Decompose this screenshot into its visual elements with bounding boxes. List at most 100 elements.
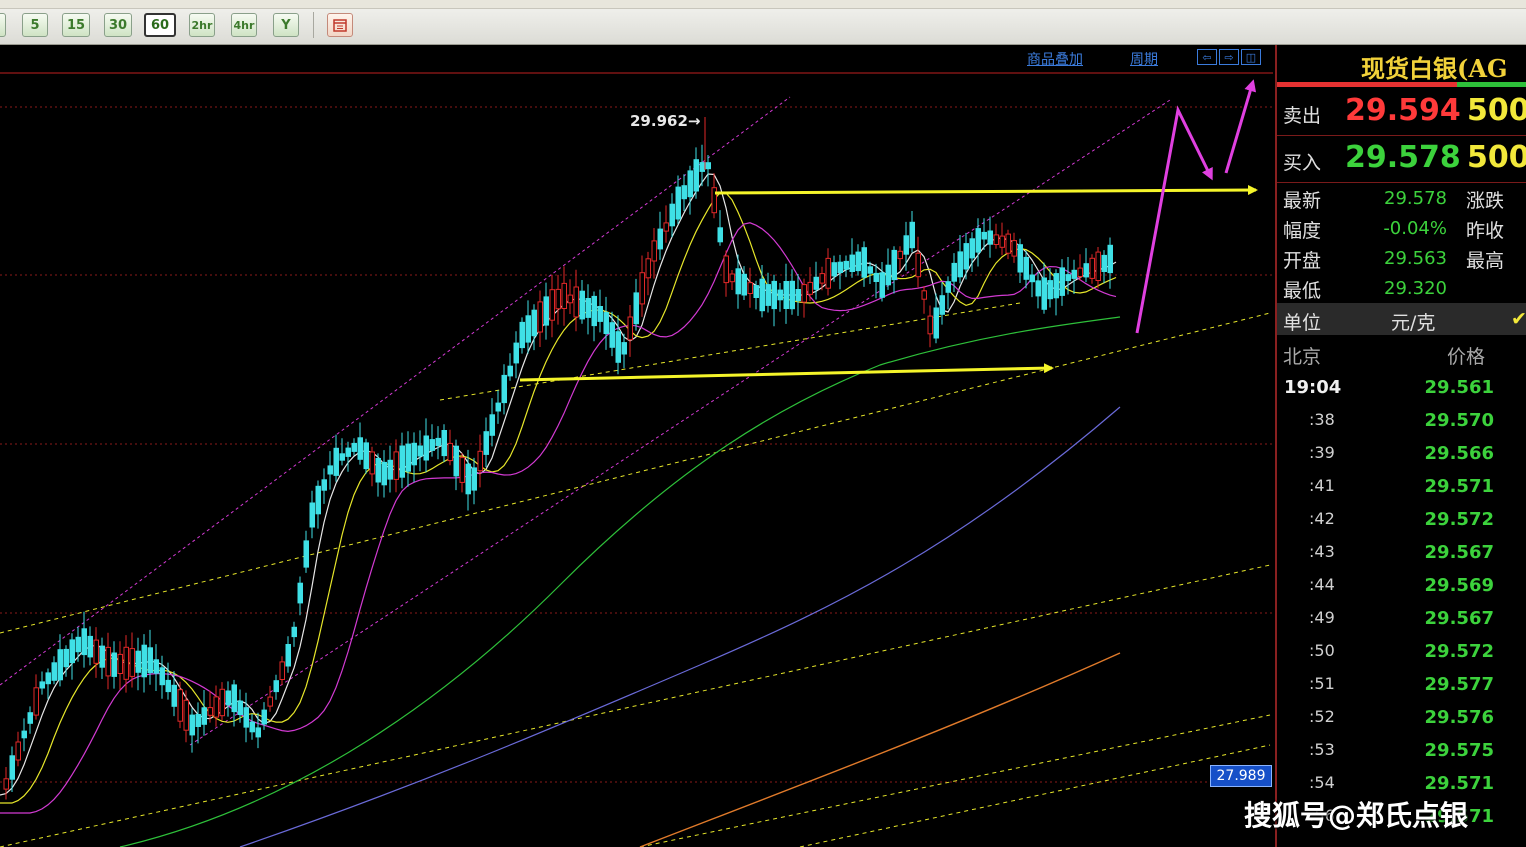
candle-body [597, 306, 603, 322]
calendar-icon [333, 19, 347, 32]
candle-body [1071, 269, 1077, 279]
candle-body [675, 186, 681, 220]
candle-body [309, 502, 315, 528]
candle-body [333, 447, 339, 476]
tick-time: :44 [1309, 575, 1335, 594]
candle-body [825, 257, 831, 289]
ma-green-line [119, 316, 1121, 847]
candle-body [657, 228, 663, 250]
tick-price: 29.570 [1424, 410, 1494, 431]
candle-body [249, 721, 255, 733]
candle-body [129, 648, 135, 677]
period-15-button[interactable]: 15 [62, 13, 90, 37]
candle-body [183, 699, 189, 731]
candle-body [465, 463, 471, 495]
candle-body [519, 321, 525, 349]
period-5-button[interactable]: 5 [22, 13, 48, 37]
calendar-button[interactable] [327, 13, 353, 37]
candle-body [261, 709, 267, 725]
candle-body [885, 264, 891, 286]
candle-body [1083, 263, 1089, 278]
candle-body [957, 251, 963, 278]
candle-body [537, 301, 543, 333]
candle-body [861, 247, 867, 278]
support-line [639, 714, 1271, 847]
stat-range-value: -0.04% [1383, 218, 1447, 239]
candle-body [813, 276, 819, 290]
tick-time: :39 [1309, 443, 1335, 462]
stat-prev-close-label: 昨收 [1466, 220, 1505, 242]
candle-body [603, 312, 609, 335]
tick-row: :49 29.567 [1277, 602, 1526, 635]
candle-body [21, 730, 27, 739]
candle-body [459, 457, 465, 483]
candle-body [1029, 274, 1035, 283]
tick-row: :39 29.566 [1277, 437, 1526, 470]
candle-body [405, 443, 411, 472]
sell-label: 卖出 [1283, 105, 1322, 127]
stat-low-label: 最低 [1283, 280, 1322, 302]
candle-body [375, 458, 381, 483]
candle-body [285, 644, 291, 667]
candle-body [165, 679, 171, 693]
candle-body [915, 252, 921, 278]
toolbar: 5 15 30 60 2hr 4hr Y [0, 0, 1526, 45]
scroll-right-icon[interactable]: ⇨ [1219, 49, 1239, 65]
candle-body [369, 451, 375, 475]
candle-body [831, 262, 837, 277]
split-view-icon[interactable]: ◫ [1241, 49, 1261, 65]
period-30-button[interactable]: 30 [104, 13, 132, 37]
tick-price: 29.567 [1424, 608, 1494, 629]
candle-body [123, 646, 129, 680]
candle-body [645, 258, 651, 279]
overlay-commodity-link[interactable]: 商品叠加 [1027, 49, 1083, 69]
tick-price: 29.567 [1424, 542, 1494, 563]
candle-body [711, 187, 717, 214]
candle-body [141, 644, 147, 678]
tick-row: :52 29.576 [1277, 701, 1526, 734]
tick-time: :49 [1309, 608, 1335, 627]
scroll-left-icon[interactable]: ⇦ [1197, 49, 1217, 65]
candle-body [891, 249, 897, 281]
chart-nav-icons: ⇦ ⇨ ◫ [1197, 49, 1261, 65]
candle-body [723, 255, 729, 284]
candle-body [297, 582, 303, 604]
candle-body [927, 315, 933, 335]
chart-canvas[interactable]: 29.962→ [0, 45, 1273, 847]
price-axis-tag: 27.989 [1210, 765, 1272, 787]
buy-price: 29.578 [1345, 140, 1461, 175]
candle-body [699, 162, 705, 172]
candle-body [357, 437, 363, 460]
toolbar-left-edge-button[interactable] [0, 13, 6, 37]
candle-body [111, 652, 117, 677]
check-icon: ✔ [1511, 308, 1526, 330]
period-60-button[interactable]: 60 [144, 13, 176, 37]
candle-body [105, 646, 111, 677]
candle-body [795, 289, 801, 302]
channel-upper-line [0, 96, 791, 686]
candle-body [99, 645, 105, 668]
period-year-button[interactable]: Y [273, 13, 299, 37]
candle-body [729, 273, 735, 283]
period-2hr-button[interactable]: 2hr [189, 13, 215, 37]
candle-body [753, 285, 759, 299]
instrument-title: 现货白银(AG [1361, 54, 1508, 83]
candle-body [321, 479, 327, 491]
period-link[interactable]: 周期 [1130, 49, 1158, 69]
candlestick-chart[interactable]: 29.962→ 商品叠加 周期 ⇦ ⇨ ◫ 27.989 [0, 45, 1273, 847]
ma-white-line [0, 173, 1117, 796]
candle-body [27, 712, 33, 724]
period-4hr-button[interactable]: 4hr [231, 13, 257, 37]
candle-body [495, 402, 501, 412]
tick-time: :43 [1309, 542, 1335, 561]
candle-body [267, 696, 273, 707]
candle-body [477, 450, 483, 472]
candle-body [1077, 267, 1083, 278]
candle-body [993, 234, 999, 245]
sell-price: 29.594 [1345, 93, 1461, 128]
magenta-zigzag-arrow [1135, 105, 1213, 334]
candle-body [543, 296, 549, 326]
tick-price: 29.575 [1424, 740, 1494, 761]
tick-time: :54 [1309, 773, 1335, 792]
candle-body [393, 451, 399, 480]
